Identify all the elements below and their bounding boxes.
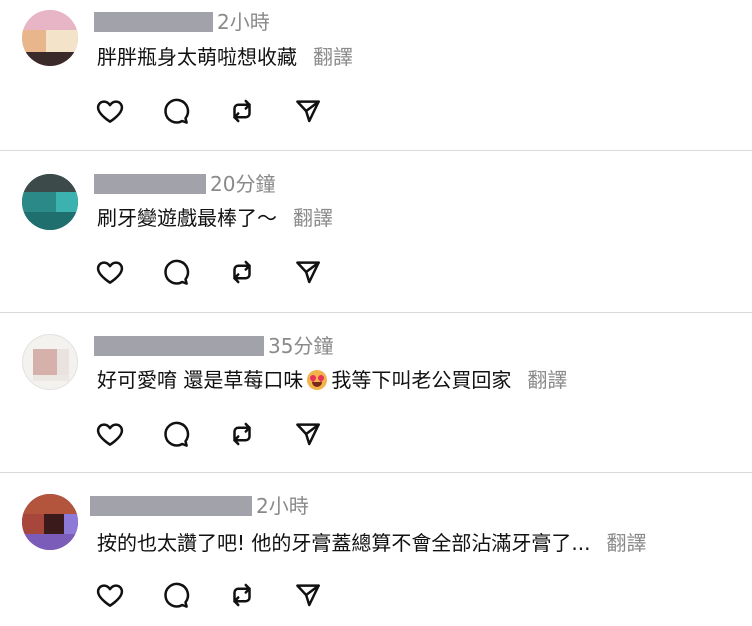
- reply-button[interactable]: [160, 418, 192, 450]
- username-redacted[interactable]: [94, 12, 213, 32]
- like-button[interactable]: [94, 95, 126, 127]
- avatar[interactable]: [22, 334, 78, 390]
- comment-text: 好可愛唷 還是草莓口味: [97, 368, 304, 392]
- comment-text: 刷牙變遊戲最棒了～: [97, 206, 277, 230]
- comment-body: 胖胖瓶身太萌啦想收藏 翻譯: [97, 42, 353, 72]
- comment-item: 2小時 胖胖瓶身太萌啦想收藏 翻譯: [0, 0, 752, 150]
- repost-icon: [233, 422, 251, 446]
- avatar[interactable]: [22, 494, 78, 550]
- share-button[interactable]: [292, 418, 324, 450]
- heart-icon: [96, 584, 124, 607]
- comment-bubble-icon: [164, 582, 190, 608]
- send-icon: [296, 100, 320, 123]
- comment-body: 按的也太讚了吧! 他的牙膏蓋總算不會全部沾滿牙膏了... 翻譯: [97, 528, 646, 558]
- comment-header: 35分鐘: [94, 333, 333, 359]
- avatar[interactable]: [22, 10, 78, 66]
- comment-body: 刷牙變遊戲最棒了～ 翻譯: [97, 203, 333, 233]
- repost-icon: [233, 99, 251, 123]
- repost-button[interactable]: [226, 95, 258, 127]
- comment-text: 按的也太讚了吧! 他的牙膏蓋總算不會全部沾滿牙膏了...: [97, 531, 591, 555]
- avatar[interactable]: [22, 174, 78, 230]
- timestamp: 2小時: [217, 10, 270, 34]
- timestamp: 35分鐘: [268, 334, 334, 358]
- repost-button[interactable]: [226, 256, 258, 288]
- heart-eyes-emoji-icon: [307, 370, 328, 390]
- divider: [0, 472, 752, 473]
- send-icon: [296, 261, 320, 284]
- share-button[interactable]: [292, 579, 324, 611]
- comment-body: 好可愛唷 還是草莓口味 我等下叫老公買回家 翻譯: [97, 365, 567, 395]
- action-bar: [94, 418, 358, 450]
- reply-button[interactable]: [160, 579, 192, 611]
- send-icon: [296, 423, 320, 446]
- comment-item: 2小時 按的也太讚了吧! 他的牙膏蓋總算不會全部沾滿牙膏了... 翻譯: [0, 472, 752, 626]
- share-button[interactable]: [292, 95, 324, 127]
- comment-header: 20分鐘: [94, 171, 275, 197]
- translate-link[interactable]: 翻譯: [293, 203, 333, 233]
- like-button[interactable]: [94, 256, 126, 288]
- comment-item: 20分鐘 刷牙變遊戲最棒了～ 翻譯: [0, 150, 752, 312]
- translate-link[interactable]: 翻譯: [527, 365, 567, 395]
- comment-header: 2小時: [90, 493, 309, 519]
- action-bar: [94, 579, 358, 611]
- divider: [0, 312, 752, 313]
- share-button[interactable]: [292, 256, 324, 288]
- comment-header: 2小時: [94, 9, 270, 35]
- reply-button[interactable]: [160, 256, 192, 288]
- username-redacted[interactable]: [94, 336, 264, 356]
- like-button[interactable]: [94, 418, 126, 450]
- username-redacted[interactable]: [90, 496, 252, 516]
- repost-button[interactable]: [226, 579, 258, 611]
- heart-icon: [96, 423, 124, 446]
- send-icon: [296, 584, 320, 607]
- comment-bubble-icon: [164, 259, 190, 285]
- repost-button[interactable]: [226, 418, 258, 450]
- action-bar: [94, 95, 358, 127]
- comment-item: 35分鐘 好可愛唷 還是草莓口味 我等下叫老公買回家 翻譯: [0, 312, 752, 472]
- reply-button[interactable]: [160, 95, 192, 127]
- repost-icon: [233, 260, 251, 284]
- comment-bubble-icon: [164, 421, 190, 447]
- timestamp: 20分鐘: [210, 172, 276, 196]
- timestamp: 2小時: [256, 494, 309, 518]
- heart-icon: [96, 261, 124, 284]
- repost-icon: [233, 583, 251, 607]
- comment-bubble-icon: [164, 98, 190, 124]
- like-button[interactable]: [94, 579, 126, 611]
- username-redacted[interactable]: [94, 174, 206, 194]
- action-bar: [94, 256, 358, 288]
- comment-text-continued: 我等下叫老公買回家: [331, 368, 512, 392]
- comment-text: 胖胖瓶身太萌啦想收藏: [97, 45, 297, 69]
- divider: [0, 150, 752, 151]
- heart-icon: [96, 100, 124, 123]
- comment-feed: 2小時 胖胖瓶身太萌啦想收藏 翻譯 20分鐘 刷牙變遊戲最棒了～ 翻譯 35分鐘…: [0, 0, 752, 626]
- translate-link[interactable]: 翻譯: [606, 528, 646, 558]
- translate-link[interactable]: 翻譯: [313, 42, 353, 72]
